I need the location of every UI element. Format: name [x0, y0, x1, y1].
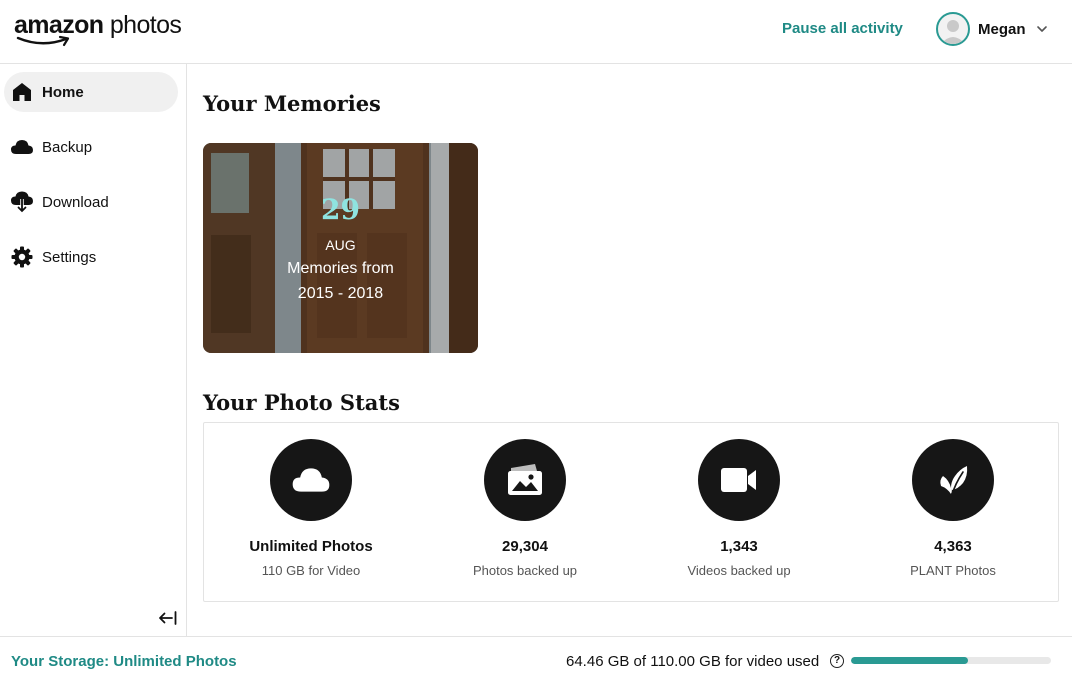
- sidebar-item-label: Home: [42, 83, 84, 101]
- cloud-icon: [270, 439, 352, 521]
- stat-value: 29,304: [502, 538, 548, 555]
- photo-stats-panel: Unlimited Photos 110 GB for Video 29,304…: [203, 422, 1059, 602]
- user-menu[interactable]: Megan: [936, 12, 1048, 46]
- memories-title: Your Memories: [203, 91, 381, 116]
- sidebar-item-home[interactable]: Home: [4, 72, 178, 112]
- sidebar: Home Backup Download Settings: [0, 64, 187, 636]
- sidebar-item-backup[interactable]: Backup: [4, 127, 178, 167]
- sidebar-item-download[interactable]: Download: [4, 182, 178, 222]
- photo-stats-title: Your Photo Stats: [203, 390, 400, 415]
- sidebar-item-label: Backup: [42, 138, 93, 156]
- storage-progress-fill: [851, 657, 969, 664]
- video-camera-icon: [698, 439, 780, 521]
- avatar-icon: [936, 12, 970, 46]
- stat-value: 4,363: [934, 538, 972, 555]
- stat-plant-photos: 4,363 PLANT Photos: [846, 423, 1060, 603]
- storage-footer: Your Storage: Unlimited Photos 64.46 GB …: [0, 636, 1072, 681]
- storage-usage-text: 64.46 GB of 110.00 GB for video used: [566, 653, 820, 670]
- sidebar-item-label: Settings: [42, 248, 97, 266]
- home-icon: [10, 80, 34, 104]
- stat-videos-backed-up: 1,343 Videos backed up: [632, 423, 846, 603]
- smile-arrow-icon: [16, 35, 70, 47]
- memory-caption-line1: Memories from: [287, 260, 394, 277]
- stat-label: Photos backed up: [472, 563, 578, 578]
- memory-month: AUG: [325, 237, 356, 253]
- user-name: Megan: [978, 20, 1026, 38]
- memory-card[interactable]: 29 AUG Memories from 2015 - 2018: [203, 143, 478, 353]
- sidebar-item-settings[interactable]: Settings: [4, 237, 178, 277]
- cloud-download-icon: [10, 190, 34, 214]
- stat-label: Videos backed up: [687, 563, 791, 578]
- amazon-photos-logo[interactable]: amazon photos: [14, 10, 182, 50]
- stat-label: PLANT Photos: [910, 563, 996, 578]
- stat-value: Unlimited Photos: [249, 538, 373, 555]
- photo-icon: [484, 439, 566, 521]
- stat-photos-backed-up: 29,304 Photos backed up: [418, 423, 632, 603]
- top-header: amazon photos Pause all activity Megan: [0, 0, 1072, 64]
- sidebar-item-label: Download: [42, 193, 109, 211]
- memory-day: 29: [321, 193, 360, 226]
- main-content: Your Memories 29 AUG Memories from 2015 …: [188, 64, 1072, 636]
- storage-plan-link[interactable]: Your Storage: Unlimited Photos: [11, 653, 237, 670]
- help-icon[interactable]: ?: [830, 654, 844, 668]
- leaf-icon: [912, 439, 994, 521]
- cloud-icon: [10, 135, 34, 159]
- collapse-left-icon[interactable]: [158, 609, 178, 627]
- stat-unlimited-photos: Unlimited Photos 110 GB for Video: [204, 423, 418, 603]
- storage-progress-bar: [851, 657, 1051, 664]
- memory-caption-line2: 2015 - 2018: [297, 285, 384, 302]
- pause-all-activity-link[interactable]: Pause all activity: [782, 20, 903, 37]
- stat-value: 1,343: [720, 538, 758, 555]
- logo-photos-text: photos: [109, 11, 182, 39]
- gear-icon: [10, 245, 34, 269]
- stat-label: 110 GB for Video: [261, 563, 361, 578]
- chevron-down-icon: [1036, 26, 1047, 32]
